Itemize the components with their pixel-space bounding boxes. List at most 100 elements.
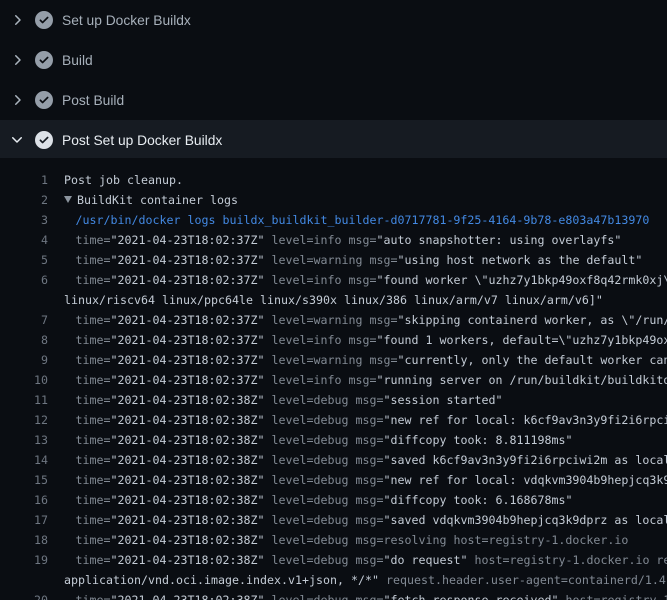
log-text: time="2021-04-23T18:02:37Z" level=warnin…	[76, 350, 667, 370]
step-header-post-build[interactable]: Post Build	[0, 80, 667, 120]
log-segment: level=debug msg=	[264, 473, 383, 487]
line-number[interactable]: 3	[0, 210, 48, 230]
log-segment: time=	[76, 233, 111, 247]
line-number[interactable]: 15	[0, 470, 48, 490]
log-segment: linux/riscv64 linux/ppc64le linux/s390x …	[64, 293, 603, 307]
log-segment: level=info msg=	[264, 373, 376, 387]
log-segment: "2021-04-23T18:02:37Z"	[111, 353, 265, 367]
actions-log-viewer: { "colors": { "page_bg": "#0a0d12", "exp…	[0, 0, 667, 600]
line-number[interactable]	[0, 570, 48, 590]
log-segment: level=debug msg=	[264, 433, 383, 447]
line-number[interactable]: 5	[0, 250, 48, 270]
line-number[interactable]: 9	[0, 350, 48, 370]
line-number[interactable]: 14	[0, 450, 48, 470]
step-header-set-up-docker-buildx[interactable]: Set up Docker Buildx	[0, 0, 667, 40]
log-text: time="2021-04-23T18:02:38Z" level=debug …	[76, 430, 573, 450]
log-line-10: 10 time="2021-04-23T18:02:37Z" level=info…	[0, 370, 667, 390]
step-label: Post Set up Docker Buildx	[62, 133, 222, 148]
log-segment: time=	[76, 453, 111, 467]
log-line-3: 3/usr/bin/docker logs buildx_buildkit_bu…	[0, 210, 667, 230]
log-segment: "fetch response received"	[383, 593, 558, 600]
log-segment: time=	[76, 533, 111, 547]
log-segment: "2021-04-23T18:02:38Z"	[111, 533, 265, 547]
log-segment: "currently, only the default worker can …	[397, 353, 667, 367]
log-segment: time=	[76, 593, 111, 600]
log-segment: time=	[76, 253, 111, 267]
log-line-15: 15 time="2021-04-23T18:02:38Z" level=debu…	[0, 470, 667, 490]
group-collapse-triangle-icon[interactable]	[64, 196, 72, 203]
log-segment: time=	[76, 553, 111, 567]
log-line-20: 20 time="2021-04-23T18:02:38Z" level=debu…	[0, 590, 667, 600]
log-segment: "skipping containerd worker, as \"/run/c…	[397, 313, 667, 327]
log-text: time="2021-04-23T18:02:38Z" level=debug …	[76, 590, 667, 600]
log-group-title[interactable]: BuildKit container logs	[64, 190, 238, 210]
log-line-16: 16time="2021-04-23T18:02:38Z" level=debu…	[0, 490, 667, 510]
log-segment: time=	[76, 373, 111, 387]
log-segment: level=info msg=	[264, 273, 376, 287]
log-segment: "session started"	[383, 393, 502, 407]
line-number[interactable]: 6	[0, 270, 48, 290]
step-header-post-set-up-docker-buildx[interactable]: Post Set up Docker Buildx	[0, 120, 667, 160]
log-line-continuation: linux/riscv64 linux/ppc64le linux/s390x …	[0, 290, 667, 310]
log-segment: time=	[76, 273, 111, 287]
log-segment: "diffcopy took: 8.811198ms"	[383, 433, 572, 447]
log-line-18: 18 time="2021-04-23T18:02:38Z" level=debu…	[0, 530, 667, 550]
log-text: time="2021-04-23T18:02:38Z" level=debug …	[76, 510, 667, 530]
step-list: Set up Docker Buildx Build Post Build Post …	[0, 0, 667, 160]
log-segment: level=info msg=	[264, 233, 376, 247]
log-segment: "2021-04-23T18:02:37Z"	[111, 333, 265, 347]
log-text: time="2021-04-23T18:02:38Z" level=debug …	[76, 530, 629, 550]
line-number[interactable]: 7	[0, 310, 48, 330]
log-text: time="2021-04-23T18:02:37Z" level=info m…	[76, 370, 667, 390]
line-number[interactable]: 11	[0, 390, 48, 410]
line-number[interactable]: 2	[0, 190, 48, 210]
log-text: time="2021-04-23T18:02:38Z" level=debug …	[76, 390, 503, 410]
line-number[interactable]: 13	[0, 430, 48, 450]
check-circle-icon	[35, 131, 53, 149]
line-number[interactable]: 17	[0, 510, 48, 530]
log-segment: /usr/bin/docker logs buildx_buildkit_bui…	[76, 213, 650, 227]
line-number[interactable]	[0, 290, 48, 310]
log-segment: "do request"	[383, 553, 467, 567]
log-line-17: 17 time="2021-04-23T18:02:38Z" level=debu…	[0, 510, 667, 530]
log-line-7: 7time="2021-04-23T18:02:37Z" level=warni…	[0, 310, 667, 330]
line-number[interactable]: 16	[0, 490, 48, 510]
log-segment: "saved vdqkvm3904b9hepjcq3k9dprz as loca…	[383, 513, 667, 527]
log-text: linux/riscv64 linux/ppc64le linux/s390x …	[64, 290, 603, 310]
step-header-build[interactable]: Build	[0, 40, 667, 80]
log-text: time="2021-04-23T18:02:37Z" level=warnin…	[76, 250, 643, 270]
log-line-5: 5 time="2021-04-23T18:02:37Z" level=warni…	[0, 250, 667, 270]
check-circle-icon	[35, 51, 53, 69]
line-number[interactable]: 1	[0, 170, 48, 190]
line-number[interactable]: 19	[0, 550, 48, 570]
check-circle-icon	[35, 91, 53, 109]
log-line-2: 2 BuildKit container logs	[0, 190, 667, 210]
log-segment: "using host network as the default"	[397, 253, 642, 267]
log-segment: "diffcopy took: 6.168678ms"	[383, 493, 572, 507]
line-number[interactable]: 4	[0, 230, 48, 250]
log-segment: level=debug msg=	[264, 513, 383, 527]
line-number[interactable]: 18	[0, 530, 48, 550]
log-segment: BuildKit container logs	[77, 193, 238, 207]
log-line-12: 12time="2021-04-23T18:02:38Z" level=debu…	[0, 410, 667, 430]
log-text: application/vnd.oci.image.index.v1+json,…	[64, 570, 667, 590]
line-number[interactable]: 8	[0, 330, 48, 350]
log-segment: level=debug msg=	[264, 413, 383, 427]
log-segment: "running server on /run/buildkit/buildki…	[376, 373, 667, 387]
log-line-11: 11 time="2021-04-23T18:02:38Z" level=debu…	[0, 390, 667, 410]
step-label: Build	[62, 53, 93, 68]
log-segment: "2021-04-23T18:02:37Z"	[111, 233, 265, 247]
log-segment: level=debug msg=	[264, 593, 383, 600]
log-line-continuation: application/vnd.oci.image.index.v1+json,…	[0, 570, 667, 590]
line-number[interactable]: 12	[0, 410, 48, 430]
line-number[interactable]: 20	[0, 590, 48, 600]
line-number[interactable]: 10	[0, 370, 48, 390]
log-segment: host=registry-1.docker.io	[558, 593, 667, 600]
log-segment: level=debug msg=	[264, 453, 383, 467]
log-segment: "new ref for local: vdqkvm3904b9hepjcq3k…	[383, 473, 667, 487]
log-text: time="2021-04-23T18:02:38Z" level=debug …	[76, 470, 667, 490]
log-segment: time=	[76, 433, 111, 447]
log-line-8: 8time="2021-04-23T18:02:37Z" level=info …	[0, 330, 667, 350]
log-segment: "2021-04-23T18:02:38Z"	[111, 553, 265, 567]
log-text: time="2021-04-23T18:02:37Z" level=info m…	[76, 230, 622, 250]
